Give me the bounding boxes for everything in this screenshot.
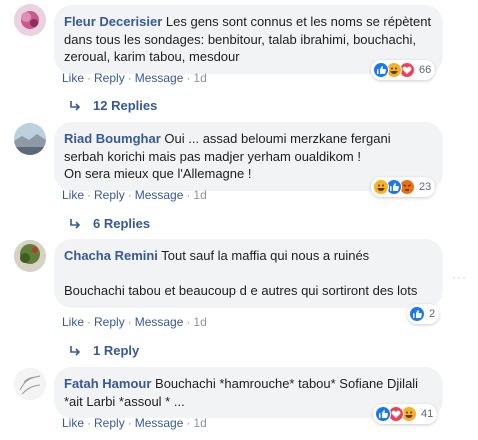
more-options-icon[interactable]: ··· [452,270,467,284]
avatar-landscape-icon [14,123,46,155]
comment-bubble: Chacha Remini Tout sauf la maffia qui no… [54,239,443,308]
replies-count-label: 12 Replies [93,98,158,113]
reply-link[interactable]: Reply [94,71,125,85]
reaction-count: 23 [419,181,432,193]
reaction-summary[interactable]: 66 [371,60,436,80]
avatar[interactable] [14,4,46,36]
comment-time[interactable]: 1d [193,188,206,202]
comment-author[interactable]: Riad Boumghar [64,131,161,146]
avatar[interactable] [14,368,46,400]
like-link[interactable]: Like [62,315,84,329]
view-replies-link[interactable]: 6 Replies [68,216,150,231]
reaction-summary[interactable]: 23 [371,177,436,197]
message-link[interactable]: Message [135,315,184,329]
comment-time[interactable]: 1d [193,315,206,329]
reply-arrow-icon [70,345,81,356]
like-link[interactable]: Like [62,188,84,202]
comment-author[interactable]: Fatah Hamour [64,376,151,391]
like-link[interactable]: Like [62,416,84,430]
reaction-count: 41 [421,408,434,420]
reaction-count: 2 [429,308,436,320]
reply-arrow-icon [70,218,81,229]
reaction-summary[interactable]: 2 [407,304,440,324]
haha-icon [373,179,389,195]
comment-author[interactable]: Chacha Remini [64,248,158,263]
replies-count-label: 6 Replies [93,216,151,231]
reply-arrow-icon [70,100,81,111]
message-link[interactable]: Message [135,71,184,85]
reaction-count: 66 [419,64,432,76]
comment-author[interactable]: Fleur Decerisier [64,14,162,29]
avatar[interactable] [14,123,46,155]
avatar-flower-icon [14,4,46,36]
like-link[interactable]: Like [62,71,84,85]
message-link[interactable]: Message [135,416,184,430]
comment-actions: Like · Reply · Message · 1d [62,71,207,85]
view-replies-link[interactable]: 12 Replies [68,98,157,113]
view-replies-link[interactable]: 1 Reply [68,343,139,358]
reaction-summary[interactable]: 41 [373,404,438,424]
reply-link[interactable]: Reply [94,315,125,329]
avatar-sketch-icon [14,368,46,400]
comment-actions: Like · Reply · Message · 1d [62,188,207,202]
like-icon [375,406,391,422]
reply-link[interactable]: Reply [94,416,125,430]
comment-time[interactable]: 1d [193,71,206,85]
like-icon [373,62,389,78]
like-icon [409,306,425,322]
reply-link[interactable]: Reply [94,188,125,202]
comment-time[interactable]: 1d [193,416,206,430]
avatar[interactable] [14,240,46,272]
message-link[interactable]: Message [135,188,184,202]
replies-count-label: 1 Reply [93,343,140,358]
comment-actions: Like · Reply · Message · 1d [62,416,207,430]
comment-actions: Like · Reply · Message · 1d [62,315,207,329]
avatar-plant-icon [14,240,46,272]
